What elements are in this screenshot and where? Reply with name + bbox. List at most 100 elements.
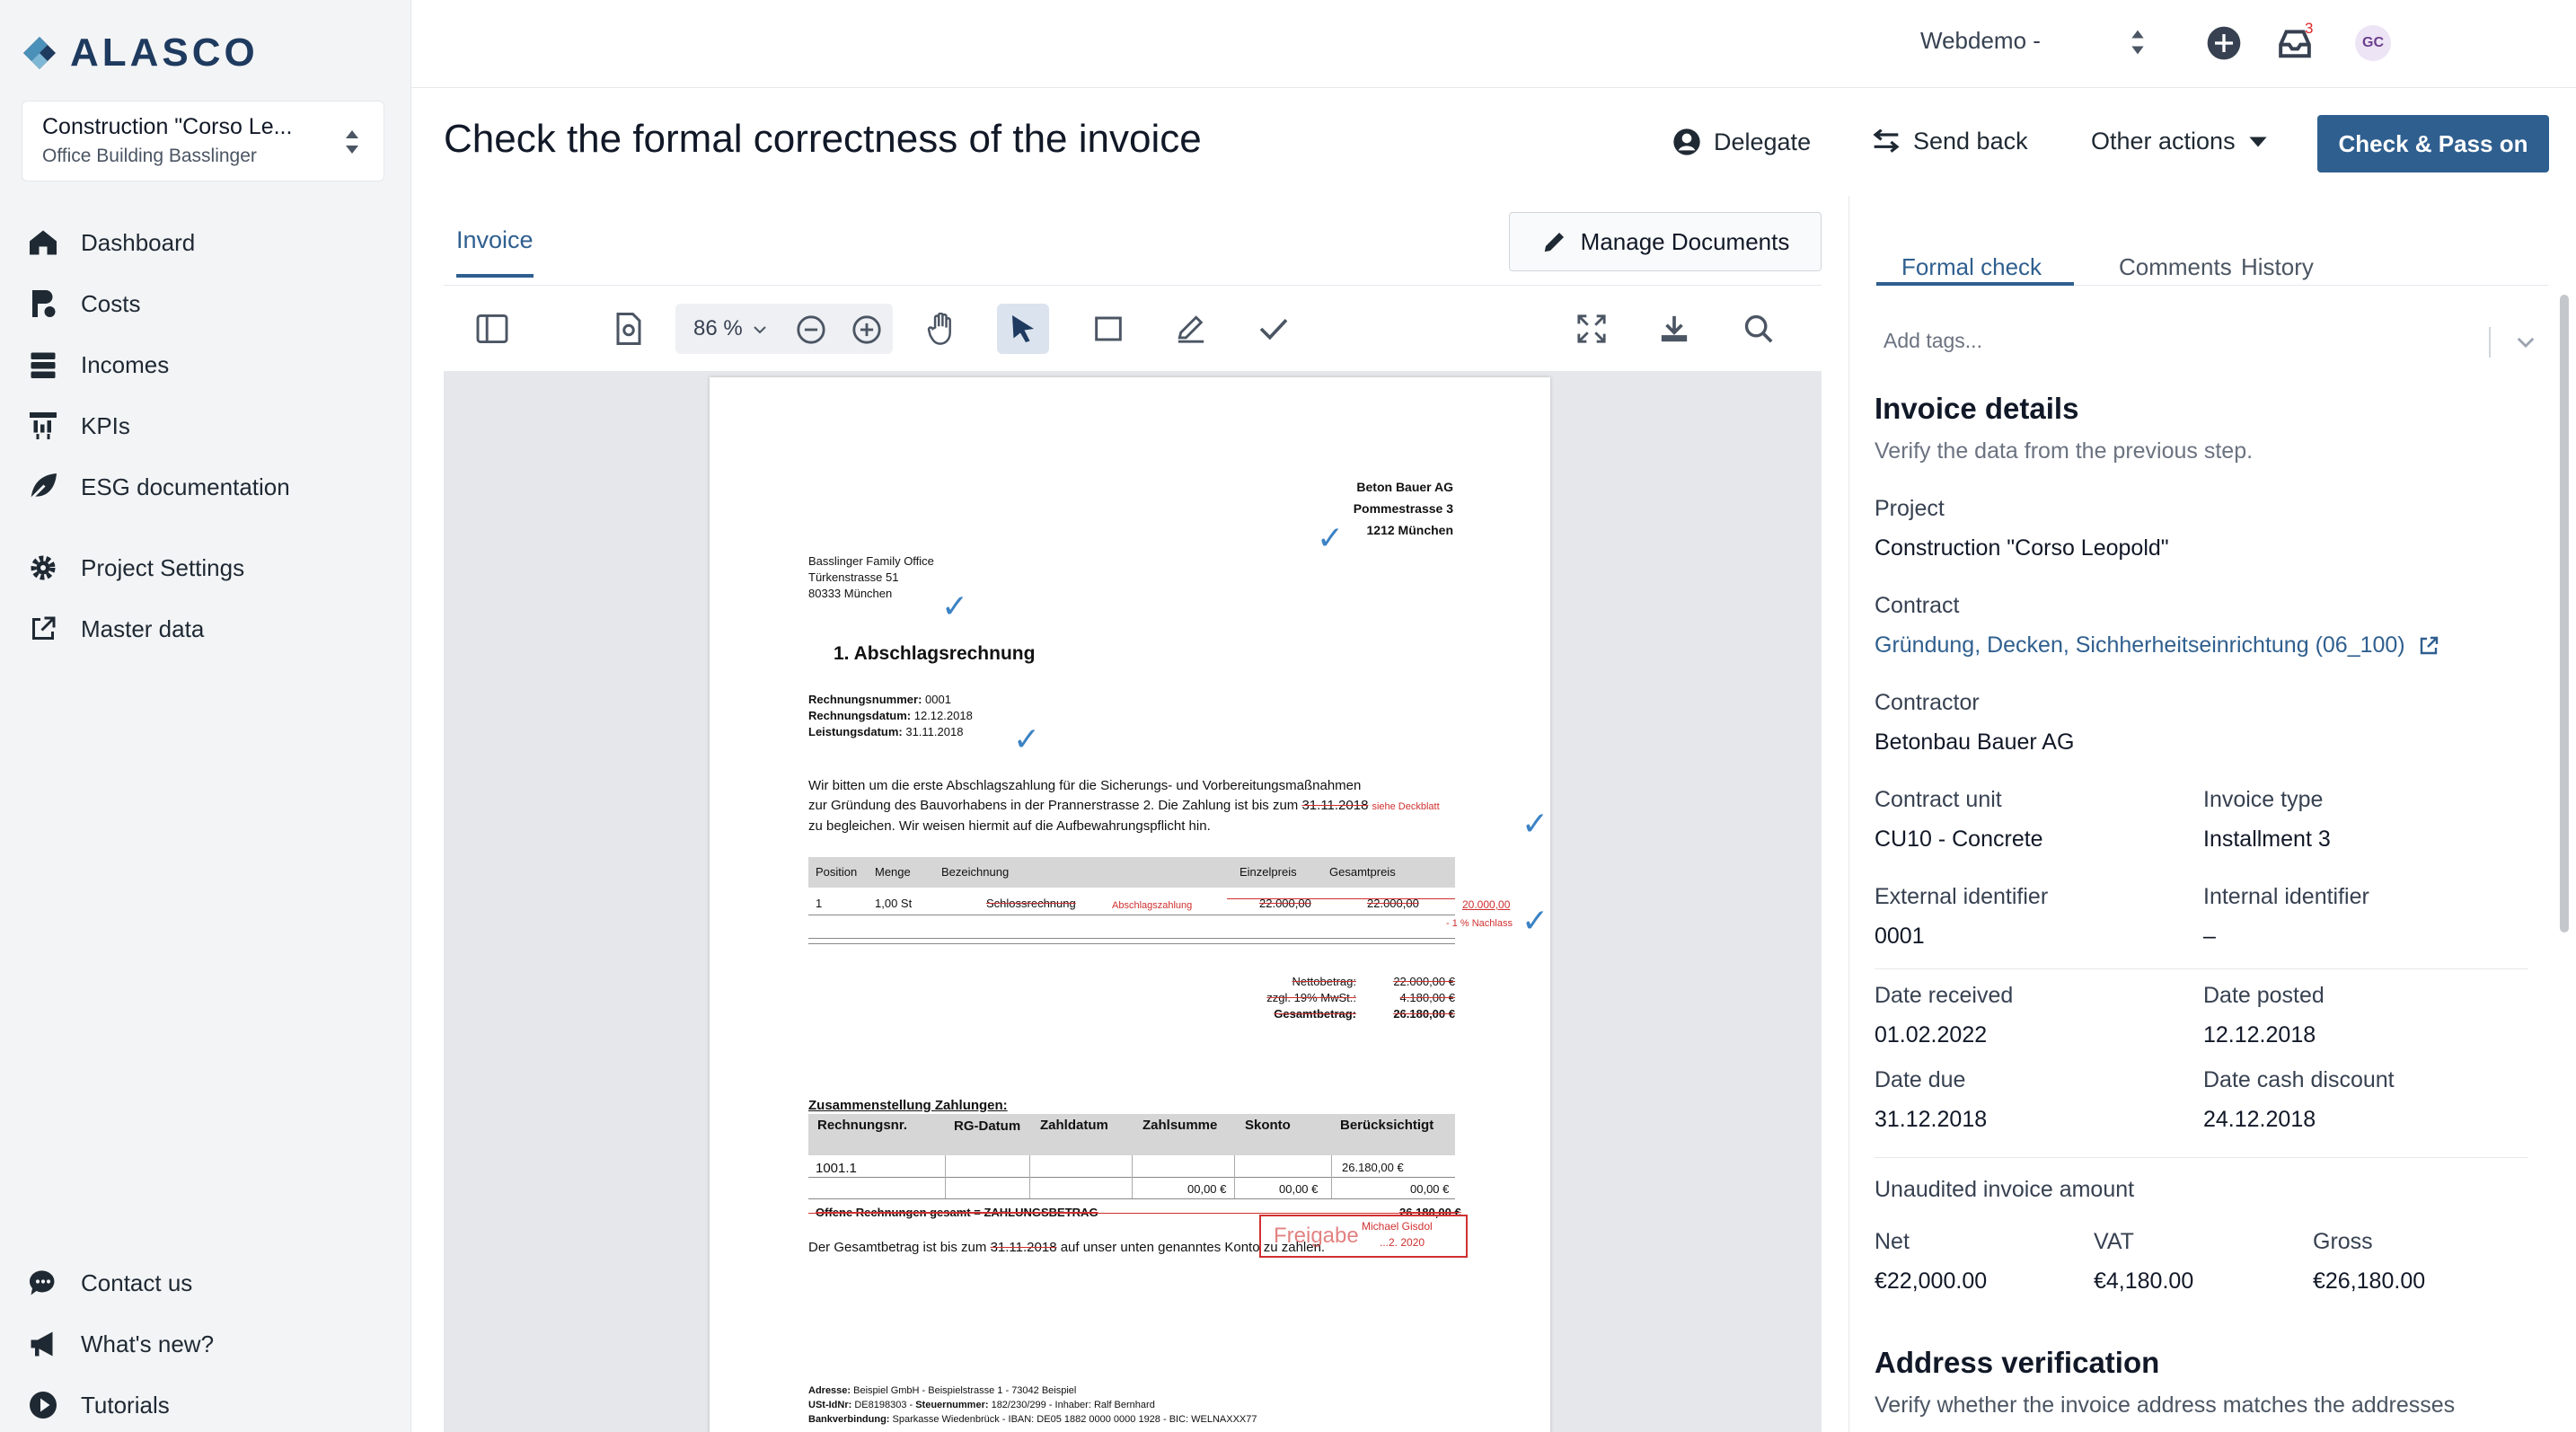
table-cell: 00,00 € (1279, 1182, 1319, 1196)
red-strike-line (808, 1213, 1455, 1214)
zoom-control: 86 % (675, 304, 893, 354)
tab-history[interactable]: History (2241, 253, 2314, 281)
nav-tutorials[interactable]: Tutorials (27, 1375, 386, 1432)
vat-label: VAT (2094, 1229, 2134, 1254)
sender-line: 1212 München (1366, 523, 1453, 537)
column-header: Einzelpreis (1239, 865, 1297, 879)
column-header: Skonto (1245, 1118, 1291, 1133)
date-cash-discount-value: 24.12.2018 (2203, 1107, 2316, 1132)
corrected-amount: 20.000,00 (1462, 898, 1511, 911)
checkmark-annotation: ✓ (1013, 720, 1041, 757)
user-avatar[interactable]: GC (2355, 25, 2391, 61)
body-line: zur Gründung des Bauvorhabens in der Pra… (808, 796, 1440, 817)
sidebar-toggle-icon[interactable] (471, 307, 514, 350)
download-icon[interactable] (1653, 307, 1696, 350)
net-value: €22,000.00 (1875, 1268, 1988, 1294)
contract-value: Gründung, Decken, Sichherheitseinrichtun… (1875, 632, 2405, 658)
document-tabs: Invoice Manage Documents (444, 208, 1822, 286)
nav-master-data[interactable]: Master data (27, 598, 386, 659)
review-panel: Formal check Comments History Add tags..… (1848, 196, 2576, 1432)
nav-contact[interactable]: Contact us (27, 1252, 386, 1313)
totals-block: Nettobetrag: 22.000,00 € zzgl. 19% MwSt.:… (1213, 974, 1455, 1022)
page-title: Check the formal correctness of the invo… (444, 117, 1202, 161)
workspace-selector[interactable]: Webdemo - (1920, 27, 2041, 55)
project-label: Project (1875, 496, 1945, 521)
chevron-down-icon[interactable] (753, 325, 767, 334)
zoom-out-icon[interactable] (796, 314, 826, 345)
footer-value: Sparkasse Wiedenbrück - IBAN: DE05 1882 … (889, 1414, 1257, 1425)
fullscreen-icon[interactable] (1570, 307, 1613, 350)
tab-formal-check[interactable]: Formal check (1901, 253, 2042, 281)
tab-invoice[interactable]: Invoice (456, 226, 534, 278)
nav-costs[interactable]: Costs (27, 273, 386, 334)
nav-esg[interactable]: ESG documentation (27, 456, 386, 517)
search-icon[interactable] (1737, 307, 1780, 350)
invoice-page[interactable]: Beton Bauer AG Pommestrasse 3 1212 Münch… (710, 377, 1550, 1432)
nav-whats-new[interactable]: What's new? (27, 1313, 386, 1375)
delegate-button[interactable]: Delegate (1672, 128, 1811, 156)
external-link-icon (2420, 636, 2438, 654)
table-cell: 00,00 € (1187, 1182, 1227, 1196)
struck-date: 31.11.2018 (990, 1240, 1057, 1255)
nav-incomes[interactable]: Incomes (27, 334, 386, 395)
chart-board-icon (30, 412, 57, 439)
annotation-note: siehe Deckblatt (1372, 801, 1440, 812)
checkmark-icon[interactable] (1252, 307, 1295, 350)
internal-identifier-value: – (2203, 924, 2216, 949)
stamp-label: Freigabe (1274, 1224, 1359, 1248)
nav-project-settings[interactable]: Project Settings (27, 537, 386, 598)
total-line: Gesamtbetrag: 26.180,00 € (1213, 1006, 1455, 1022)
contractor-value: Betonbau Bauer AG (1875, 729, 2075, 755)
stack-icon (31, 352, 56, 378)
invoice-type-label: Invoice type (2203, 787, 2324, 812)
chevron-down-icon[interactable] (2516, 336, 2536, 349)
recipient-line: Türkenstrasse 51 (808, 570, 899, 584)
total-key: zzgl. 19% MwSt.: (1266, 991, 1356, 1004)
external-link-icon (32, 616, 56, 640)
check-and-pass-on-button[interactable]: Check & Pass on (2317, 115, 2549, 172)
panel-scrollbar[interactable] (2560, 295, 2569, 933)
send-back-button[interactable]: Send back (1872, 128, 2028, 155)
address-verification-subtitle: Verify whether the invoice address match… (1875, 1392, 2456, 1418)
gear-icon (31, 555, 56, 580)
zoom-level-select[interactable]: 86 % (693, 316, 743, 341)
project-selector-title: Construction "Corso Le... (42, 114, 293, 139)
rectangle-icon[interactable] (1087, 307, 1130, 350)
draw-pen-icon[interactable] (1169, 307, 1213, 350)
body-line: zu begleichen. Wir weisen hiermit auf di… (808, 818, 1211, 834)
other-actions-dropdown[interactable]: Other actions (2091, 128, 2268, 155)
logo[interactable]: ALASCO (22, 31, 259, 75)
project-selector[interactable]: Construction "Corso Le... Office Buildin… (22, 101, 384, 181)
manage-documents-label: Manage Documents (1580, 227, 1790, 255)
pdf-viewer[interactable]: Beton Bauer AG Pommestrasse 3 1212 Münch… (444, 372, 1822, 1432)
discount-note: - 1 % Nachlass (1446, 918, 1513, 929)
nav-kpis[interactable]: KPIs (27, 395, 386, 456)
meta-value: 0001 (922, 693, 951, 706)
tags-input[interactable]: Add tags... (1875, 307, 2548, 370)
table-cell: 1001.1 (816, 1161, 857, 1176)
footer-value: DE8198303 - (851, 1400, 916, 1410)
nav-master-data-label: Master data (81, 614, 205, 642)
meta-line: Rechnungsdatum: 12.12.2018 (808, 708, 973, 724)
date-posted-label: Date posted (2203, 983, 2325, 1008)
tags-separator (2489, 327, 2491, 358)
hand-pan-icon[interactable] (920, 307, 963, 350)
manage-documents-button[interactable]: Manage Documents (1509, 212, 1822, 271)
megaphone-icon (31, 1331, 53, 1357)
zoom-in-icon[interactable] (851, 314, 882, 345)
tab-comments[interactable]: Comments (2119, 253, 2232, 281)
red-strike-line (1227, 898, 1455, 899)
table-cell: 1 (816, 897, 823, 910)
nav-dashboard[interactable]: Dashboard (27, 212, 386, 273)
document-search-icon[interactable] (607, 307, 650, 350)
select-pointer-icon[interactable] (997, 304, 1049, 354)
plus-circle-icon[interactable] (2206, 25, 2242, 61)
date-received-label: Date received (1875, 983, 2014, 1008)
stamp-date: ...2. 2020 (1380, 1236, 1425, 1249)
contract-link[interactable]: Gründung, Decken, Sichherheitseinrichtun… (1875, 632, 2439, 659)
sort-icon[interactable] (2129, 27, 2147, 57)
table-line (1331, 1155, 1332, 1198)
sender-line: Beton Bauer AG (1356, 480, 1453, 494)
column-header: Rechnungsnr. (817, 1118, 908, 1133)
checkmark-annotation: ✓ (1522, 805, 1549, 842)
